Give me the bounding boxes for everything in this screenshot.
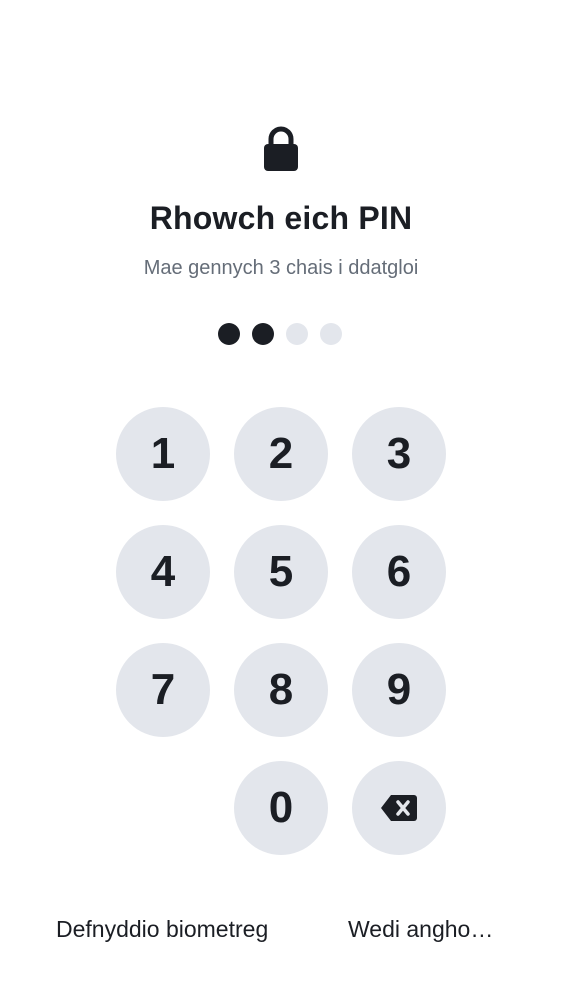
key-3[interactable]: 3 xyxy=(352,407,446,501)
pin-dot xyxy=(286,323,308,345)
key-9[interactable]: 9 xyxy=(352,643,446,737)
key-2[interactable]: 2 xyxy=(234,407,328,501)
key-8[interactable]: 8 xyxy=(234,643,328,737)
pin-dot xyxy=(320,323,342,345)
pin-dot xyxy=(252,323,274,345)
lock-icon xyxy=(262,126,300,172)
key-1[interactable]: 1 xyxy=(116,407,210,501)
key-5[interactable]: 5 xyxy=(234,525,328,619)
page-title: Rhowch eich PIN xyxy=(149,200,413,236)
use-biometrics-button[interactable]: Defnyddio biometreg xyxy=(56,916,268,943)
pin-dot xyxy=(218,323,240,345)
key-6[interactable]: 6 xyxy=(352,525,446,619)
key-7[interactable]: 7 xyxy=(116,643,210,737)
forgot-pin-button[interactable]: Wedi angho… xyxy=(348,916,493,943)
pin-indicator xyxy=(218,323,342,345)
backspace-icon xyxy=(380,794,418,822)
backspace-button[interactable] xyxy=(352,761,446,855)
key-4[interactable]: 4 xyxy=(116,525,210,619)
key-0[interactable]: 0 xyxy=(234,761,328,855)
attempts-remaining-text: Mae gennych 3 chais i ddatgloi xyxy=(143,257,419,279)
